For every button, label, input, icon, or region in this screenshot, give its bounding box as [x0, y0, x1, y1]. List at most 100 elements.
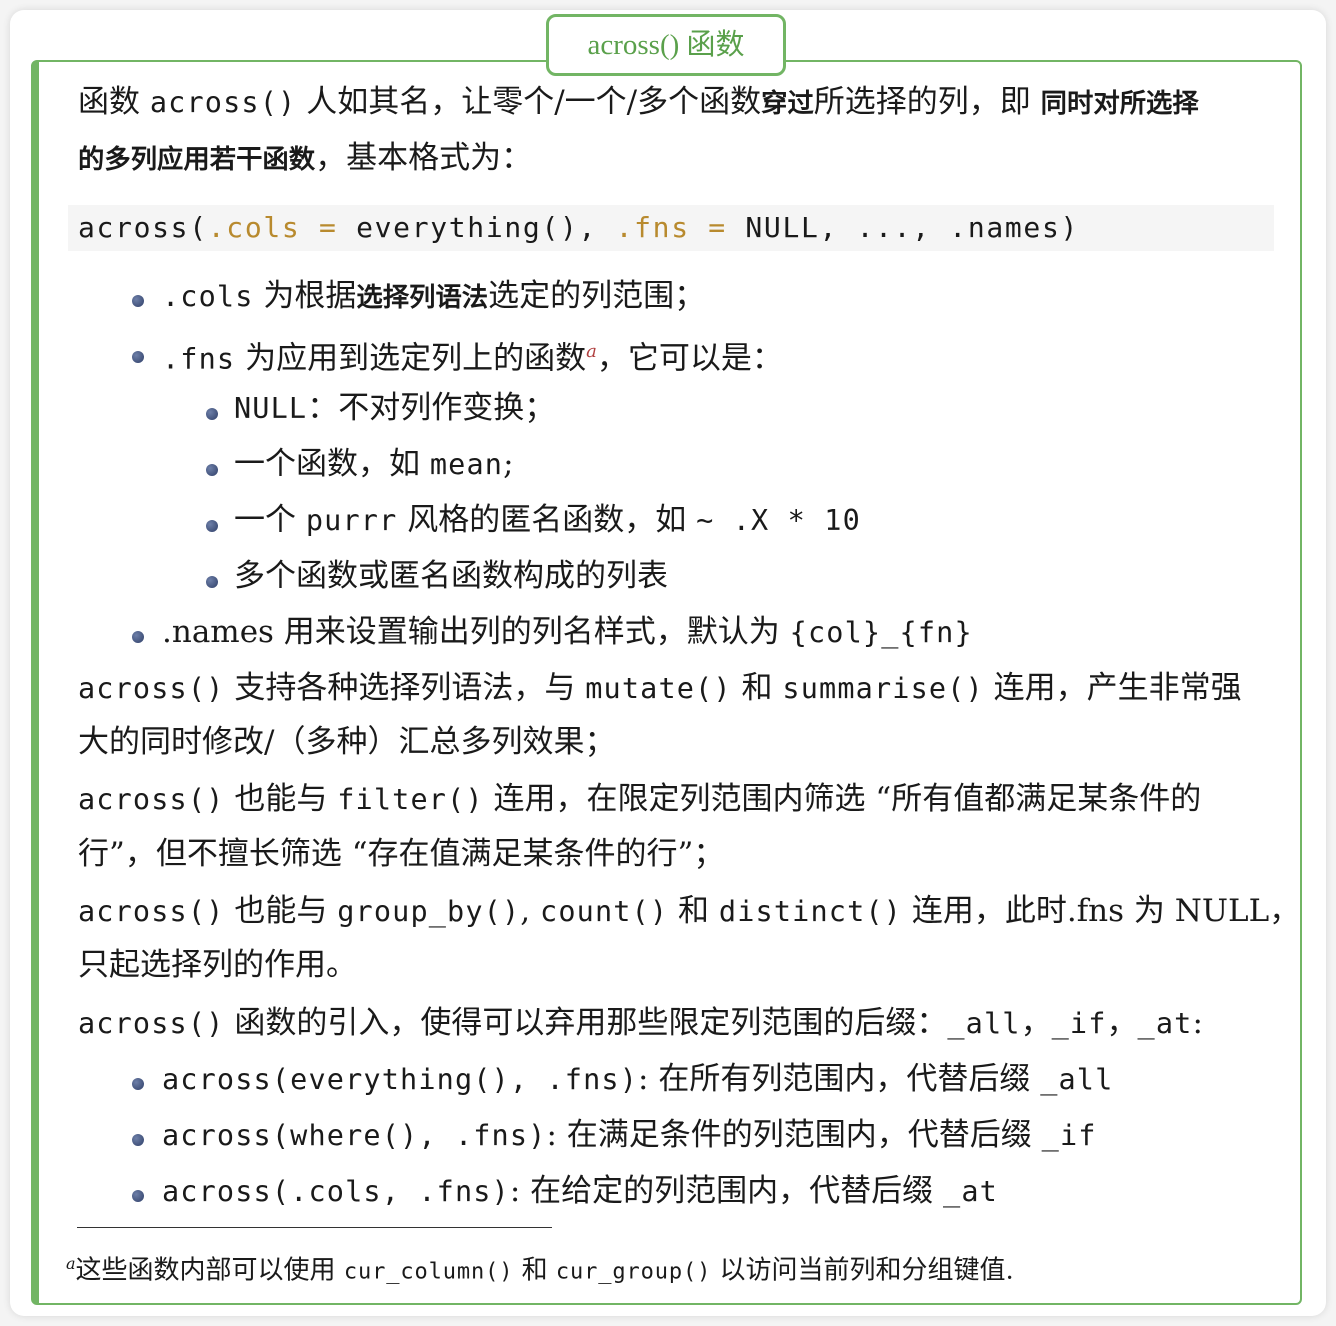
inline-code: summarise()	[782, 672, 984, 705]
inline-code: count()	[540, 895, 669, 928]
bullet-icon	[132, 1134, 144, 1146]
inline-code: cur_group()	[555, 1259, 712, 1285]
inline-code: _if	[1041, 1119, 1097, 1152]
paragraph-1-line-2: 大的同时修改/（多种）汇总多列效果；	[78, 724, 616, 760]
inline-code: .cols	[162, 280, 254, 313]
code-arg: .cols =	[207, 211, 357, 244]
inline-code: purrr	[305, 504, 398, 537]
inline-code: across(.cols, .fns)	[162, 1175, 510, 1208]
footnote-mark[interactable]: a	[586, 341, 597, 362]
code-part: across(	[78, 211, 208, 244]
para-text: 和	[731, 670, 783, 706]
paragraph-1: across() 支持各种选择列语法，与 mutate() 和 summaris…	[78, 668, 1268, 709]
footnote: a这些函数内部可以使用 cur_column() 和 cur_group() 以…	[66, 1247, 1014, 1290]
code-block: across(.cols = everything(), .fns = NULL…	[68, 205, 1274, 251]
bullet-icon	[206, 464, 218, 476]
bold-text: 的多列应用若干函数	[78, 145, 316, 175]
inline-code: ~ .X * 10	[696, 504, 861, 537]
sub-item-function: 一个函数，如 mean;	[234, 444, 514, 485]
inline-code: across(everything(), .fns)	[162, 1063, 639, 1096]
intro-text: 所选择的列，即	[813, 84, 1041, 120]
inline-code: _all	[947, 1007, 1021, 1040]
para-text: ，	[1106, 1005, 1138, 1041]
intro-text: 函数	[78, 84, 150, 120]
paragraph-4: across() 函数的引入，使得可以弃用那些限定列范围的后缀：_all，_if…	[78, 1003, 1268, 1044]
code-part: NULL, ..., .names)	[745, 211, 1080, 244]
bold-text: 同时对所选择	[1040, 89, 1199, 119]
para-text: 函数的引入，使得可以弃用那些限定列范围的后缀：	[224, 1005, 948, 1041]
footnote-text: 这些函数内部可以使用	[75, 1255, 344, 1286]
inline-code: group_by()	[337, 895, 521, 928]
item-text: ;	[503, 446, 514, 482]
suffix-item-if: across(where(), .fns): 在满足条件的列范围内，代替后缀 _…	[162, 1115, 1097, 1156]
para-text: 连用，产生非常强	[983, 670, 1242, 706]
footnote-mark: a	[66, 1254, 76, 1273]
item-text: 风格的匿名函数，如	[397, 502, 697, 538]
inline-code: cur_column()	[343, 1259, 514, 1285]
box-title: across() 函数	[546, 14, 786, 76]
inline-code: across()	[78, 783, 225, 816]
item-text: 一个函数，如	[234, 446, 430, 482]
para-text: ，	[1020, 1005, 1052, 1041]
inline-code: distinct()	[718, 895, 902, 928]
item-text: 多个函数或匿名函数构成的列表	[234, 558, 668, 594]
list-item-fns: .fns 为应用到选定列上的函数a，它可以是：	[162, 332, 783, 379]
bullet-icon	[132, 1190, 144, 1202]
item-text: 选定的列范围；	[488, 278, 706, 314]
item-text: : 在满足条件的列范围内，代替后缀	[546, 1117, 1042, 1153]
item-text: 为应用到选定列上的函数	[235, 340, 587, 377]
inline-code: across()	[78, 895, 225, 928]
sub-item-null: NULL：不对列作变换；	[234, 388, 555, 429]
sub-item-anonymous: 一个 purrr 风格的匿名函数，如 ~ .X * 10	[234, 500, 861, 541]
item-text: : 在所有列范围内，代替后缀	[638, 1061, 1041, 1097]
bullet-icon	[132, 1078, 144, 1090]
para-text: 和	[668, 893, 719, 929]
sub-item-list: 多个函数或匿名函数构成的列表	[234, 556, 668, 596]
intro-line-2: 的多列应用若干函数，基本格式为：	[78, 138, 1268, 180]
para-text: 连用，此时.fns 为 NULL，	[902, 893, 1301, 929]
para-text: ,	[520, 893, 541, 929]
paragraph-2-line-2: 行”，但不擅长筛选 “存在值满足某条件的行”；	[78, 836, 725, 872]
suffix-item-at: across(.cols, .fns): 在给定的列范围内，代替后缀 _at	[162, 1171, 998, 1212]
inline-code: .fns	[162, 342, 236, 376]
inline-code: _if	[1051, 1007, 1107, 1040]
item-text: 一个	[234, 502, 306, 538]
inline-code: across(where(), .fns)	[162, 1119, 547, 1152]
inline-code: _at	[943, 1175, 998, 1208]
para-text: :	[1192, 1005, 1203, 1041]
intro-text: ，基本格式为：	[315, 140, 533, 176]
bullet-icon	[206, 520, 218, 532]
code-part: everything(),	[356, 211, 616, 244]
inline-code: _all	[1040, 1063, 1114, 1096]
list-item-cols: .cols 为根据选择列语法选定的列范围；	[162, 276, 705, 318]
para-text: 连用，在限定列范围内筛选 “所有值都满足某条件的	[483, 781, 1202, 817]
para-text: 支持各种选择列语法，与	[224, 670, 586, 706]
footnote-divider	[77, 1227, 552, 1228]
bullet-icon	[132, 631, 144, 643]
intro-line-1: 函数 across() 人如其名，让零个/一个/多个函数穿过所选择的列，即 同时…	[78, 82, 1268, 124]
para-text: 也能与	[224, 893, 338, 929]
intro-text: 人如其名，让零个/一个/多个函数	[296, 84, 762, 120]
item-text: .names 用来设置输出列的列名样式，默认为	[162, 614, 790, 650]
paragraph-3: across() 也能与 group_by(), count() 和 disti…	[78, 891, 1300, 932]
bullet-icon	[132, 351, 144, 363]
footnote-text: 以访问当前列和分组键值.	[711, 1255, 1014, 1286]
item-text: ，它可以是：	[596, 340, 783, 377]
bullet-icon	[132, 295, 144, 307]
list-item-names: .names 用来设置输出列的列名样式，默认为 {col}_{fn}	[162, 612, 973, 653]
bullet-icon	[206, 408, 218, 420]
inline-code: {col}_{fn}	[789, 616, 973, 649]
footnote-text: 和	[513, 1255, 556, 1286]
inline-code: mutate()	[585, 672, 732, 705]
inline-code: across()	[149, 86, 297, 119]
inline-code: _at	[1137, 1007, 1193, 1040]
inline-code: mean	[429, 448, 504, 481]
bold-text: 穿过	[761, 89, 814, 119]
code-arg: .fns =	[615, 211, 746, 244]
suffix-item-all: across(everything(), .fns): 在所有列范围内，代替后缀…	[162, 1059, 1113, 1100]
inline-code: NULL	[234, 392, 308, 425]
bullet-icon	[206, 576, 218, 588]
item-text: 为根据	[253, 278, 357, 314]
paragraph-2: across() 也能与 filter() 连用，在限定列范围内筛选 “所有值都…	[78, 779, 1268, 820]
para-text: 也能与	[224, 781, 338, 817]
